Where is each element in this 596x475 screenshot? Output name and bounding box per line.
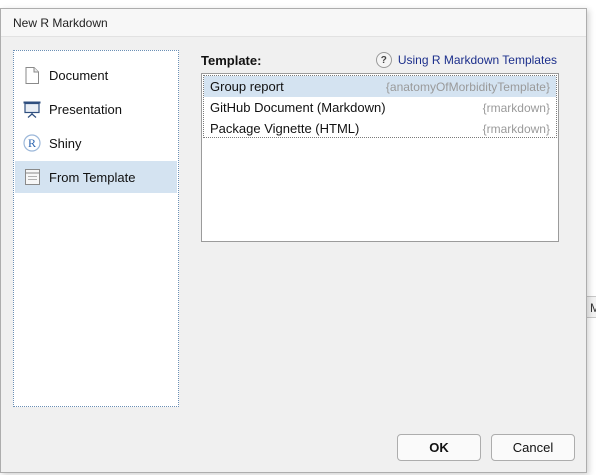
type-item-document[interactable]: Document <box>15 59 177 91</box>
template-row[interactable]: Package Vignette (HTML) {rmarkdown} <box>204 118 556 139</box>
presentation-icon <box>23 100 41 118</box>
dialog-title: New R Markdown <box>13 16 108 30</box>
new-r-markdown-dialog: New R Markdown Document Presentation R S… <box>0 8 587 473</box>
template-name: Package Vignette (HTML) <box>210 121 360 136</box>
background-app-edge <box>588 0 596 475</box>
template-heading: Template: <box>201 53 262 68</box>
shiny-r-icon: R <box>23 134 41 152</box>
template-name: GitHub Document (Markdown) <box>210 100 386 115</box>
type-item-label: From Template <box>49 169 136 185</box>
template-list[interactable]: Group report {anatomyOfMorbidityTemplate… <box>201 73 559 242</box>
template-package: {rmarkdown} <box>482 121 550 136</box>
template-row[interactable]: GitHub Document (Markdown) {rmarkdown} <box>204 97 556 118</box>
document-type-list: Document Presentation R Shiny From Templ… <box>13 50 179 407</box>
help-question-icon: ? <box>375 52 392 68</box>
type-item-from-template[interactable]: From Template <box>15 161 177 193</box>
help-link-label[interactable]: Using R Markdown Templates <box>398 53 557 67</box>
ok-button[interactable]: OK <box>397 434 481 461</box>
type-item-label: Document <box>49 67 109 83</box>
template-row[interactable]: Group report {anatomyOfMorbidityTemplate… <box>204 76 556 97</box>
svg-text:R: R <box>28 136 36 150</box>
cancel-button[interactable]: Cancel <box>491 434 575 461</box>
type-item-shiny[interactable]: R Shiny <box>15 127 177 159</box>
type-item-label: Shiny <box>49 135 82 151</box>
background-tab-fragment: Ma <box>586 296 596 318</box>
help-link-templates[interactable]: ? Using R Markdown Templates <box>375 52 557 68</box>
type-item-label: Presentation <box>49 101 122 117</box>
template-package: {rmarkdown} <box>482 100 550 115</box>
dialog-titlebar: New R Markdown <box>1 9 586 37</box>
template-package: {anatomyOfMorbidityTemplate} <box>385 79 550 94</box>
document-icon <box>23 66 41 84</box>
template-name: Group report <box>210 79 284 94</box>
type-item-presentation[interactable]: Presentation <box>15 93 177 125</box>
template-icon <box>23 168 41 186</box>
template-list-focus: Group report {anatomyOfMorbidityTemplate… <box>203 75 557 138</box>
